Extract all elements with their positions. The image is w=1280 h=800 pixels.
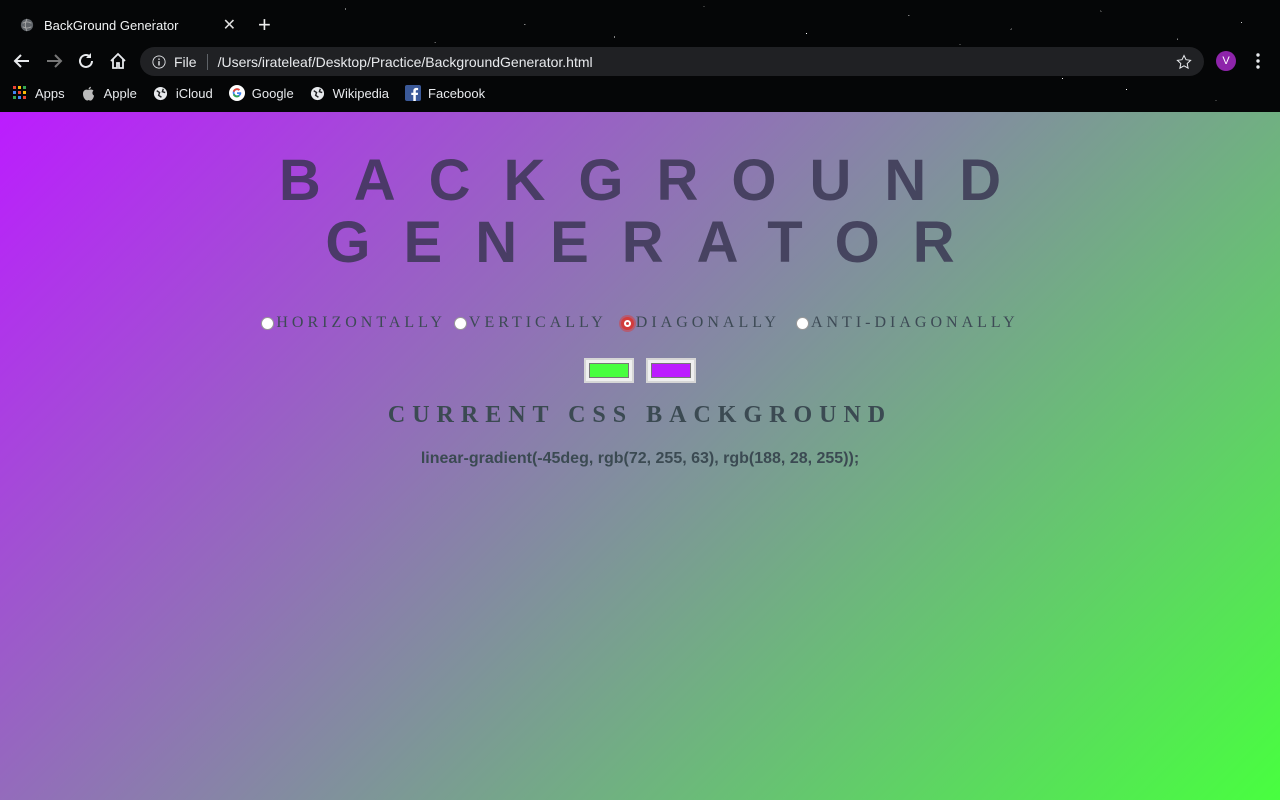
facebook-icon [405,85,422,101]
home-button[interactable] [106,49,130,73]
bookmark-label: Apple [103,85,137,101]
tab-title: BackGround Generator [44,17,179,33]
page-content: BACKGROUND GENERATOR HORIZONTALLY VERTIC… [0,112,1280,800]
info-icon[interactable] [152,54,166,69]
browser-chrome: BackGround Generator ✕ + File /Users/ira… [0,0,1280,112]
bookmark-label: Google [251,85,294,101]
bookmark-icloud[interactable]: iCloud [153,85,213,101]
google-icon [228,85,245,101]
apps-grid-icon [12,85,28,101]
address-bar[interactable]: File /Users/irateleaf/Desktop/Practice/B… [140,47,1204,76]
radio-label: ANTI-DIAGONALLY [810,314,1019,331]
new-tab-button[interactable]: + [258,12,271,38]
color-picker-row [0,358,1280,383]
bookmark-label: Facebook [428,85,486,101]
url-scheme-label: File [174,53,208,70]
globe-icon [20,18,34,32]
bookmark-label: iCloud [175,85,213,101]
page-title: BACKGROUND GENERATOR [0,150,1280,274]
back-button[interactable] [10,49,34,73]
reload-icon [79,53,93,68]
bookmark-label: Apps [35,85,65,101]
forward-arrow-icon [47,54,63,68]
browser-toolbar: File /Users/irateleaf/Desktop/Practice/B… [0,44,1280,78]
radio-label: DIAGONALLY [635,314,780,331]
home-icon [110,52,126,69]
color-swatch-2 [651,363,691,378]
bookmark-label: Wikipedia [332,85,390,101]
bookmark-google[interactable]: Google [228,85,294,101]
more-menu-icon[interactable] [1250,51,1266,71]
bookmark-star-icon[interactable] [1176,53,1192,70]
bookmark-facebook[interactable]: Facebook [405,85,485,101]
profile-avatar[interactable]: V [1216,51,1236,71]
bookmark-apps[interactable]: Apps [12,85,65,101]
radio-button[interactable] [453,316,467,330]
globe-icon [310,85,326,101]
radio-button-checked[interactable] [620,316,634,330]
radio-diagonally[interactable]: DIAGONALLY [620,314,780,332]
url-text[interactable]: /Users/irateleaf/Desktop/Practice/Backgr… [218,54,1176,70]
forward-button[interactable] [42,49,66,73]
css-heading: CURRENT CSS BACKGROUND [387,402,893,428]
color-input-2[interactable] [646,358,696,383]
title-line-2: GENERATOR [325,210,988,275]
css-value-text: linear-gradient(-45deg, rgb(72, 255, 63)… [420,450,860,467]
browser-tab[interactable]: BackGround Generator ✕ [8,8,248,42]
radio-anti-diagonally[interactable]: ANTI-DIAGONALLY [795,314,1019,332]
bookmark-apple[interactable]: Apple [81,85,137,101]
radio-button[interactable] [261,316,275,330]
reload-button[interactable] [74,49,98,73]
color-swatch-1 [589,363,629,378]
bookmark-wikipedia[interactable]: Wikipedia [310,85,389,101]
back-arrow-icon [13,54,29,68]
color-input-1[interactable] [584,358,634,383]
apple-icon [81,85,97,101]
close-tab-icon[interactable]: ✕ [223,15,236,35]
title-line-1: BACKGROUND [278,148,1035,213]
radio-vertically[interactable]: VERTICALLY [453,314,607,332]
radio-label: HORIZONTALLY [276,314,446,331]
radio-button[interactable] [795,316,809,330]
radio-label: VERTICALLY [468,314,607,331]
direction-radio-group: HORIZONTALLY VERTICALLY DIAGONALLY ANTI-… [0,314,1280,332]
bookmarks-bar: Apps Apple iCloud Google Wikipedia Faceb… [0,80,1280,106]
radio-horizontally[interactable]: HORIZONTALLY [261,314,446,332]
globe-icon [153,85,169,101]
